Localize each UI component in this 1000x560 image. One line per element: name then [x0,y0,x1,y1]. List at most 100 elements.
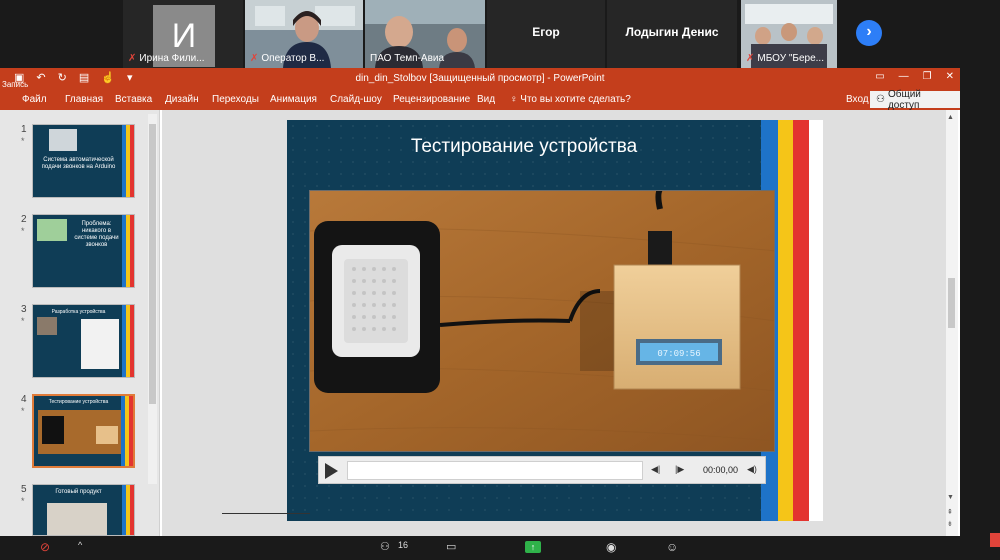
video-frame: 07:09:56 [310,191,774,451]
forward-icon[interactable]: |▶ [675,464,684,475]
window-controls: ▭ — ❐ ✕ [875,71,954,82]
muted-mic-icon: ✗ [250,52,259,64]
animation-star-icon: * [21,406,25,416]
ribbon-display-icon[interactable]: ▭ [875,71,884,82]
next-participants-button[interactable]: › [856,20,882,46]
lightbulb-icon: ♀ [510,94,521,105]
slide-thumbnail-1[interactable]: Система автоматической подачи звонков на… [32,124,135,198]
slide-stripe-red [793,120,809,521]
person-icon: ⚇ [876,94,885,105]
rewind-icon[interactable]: ◀| [651,464,660,475]
divider-line [222,513,310,514]
tab-home[interactable]: Главная [65,94,103,105]
participants-icon[interactable]: ⚇ [380,540,390,553]
video-off-icon[interactable]: ⊘ [40,540,50,554]
participant-name: Лодыгин Денис [625,25,719,39]
close-icon[interactable]: ✕ [946,71,954,82]
meeting-controls-bar: ⊘ ^ ⚇ 16 ▭ ↑ ◉ ☺ [0,536,1000,560]
muted-mic-icon: ✗ [128,52,137,64]
participant-tile-3[interactable]: ПАО Темп-Авиа [365,0,485,68]
animation-star-icon: * [21,136,25,146]
slide-thumbnail-3[interactable]: Разработка устройства [32,304,135,378]
thumbnail-diagram [81,319,119,369]
participant-name: ✗ МБОУ "Бере... [746,52,824,64]
volume-icon[interactable]: ◀) [747,464,757,475]
video-player-controls: ◀| |▶ 00:00,00 ◀) [318,456,766,484]
previous-slide-icon[interactable]: ⇞ [947,508,953,516]
restore-icon[interactable]: ❐ [923,71,932,82]
tab-insert[interactable]: Вставка [115,94,152,105]
participant-tile-2[interactable]: ✗ Оператор В... [245,0,363,68]
share-button[interactable]: ⚇ Общий доступ [870,89,960,111]
thumbnail-photo [49,129,77,151]
tab-animation[interactable]: Анимация [270,94,317,105]
current-slide[interactable]: Тестирование устройства 07:09:56 ◀| |▶ 0… [287,120,823,521]
slide-thumbnails-pane: 1 * Система автоматической подачи звонко… [0,110,160,536]
animation-star-icon: * [21,496,25,506]
reactions-icon[interactable]: ☺ [666,540,678,554]
participant-tile-5[interactable]: Лодыгин Денис [607,0,737,68]
slide-thumbnail-4[interactable]: Тестирование устройства [32,394,135,468]
title-bar: ▣ ↶ ↻ ▤ ☝ ▾ Запись din_din_Stolbov [Защи… [0,68,960,90]
animation-star-icon: * [21,316,25,326]
tab-view[interactable]: Вид [477,94,495,105]
minimize-icon[interactable]: — [899,71,909,82]
slide-thumbnail-2[interactable]: Проблема: никакого в системе подачи звон… [32,214,135,288]
chat-icon[interactable]: ▭ [446,540,456,553]
ribbon-tabs: Файл Главная Вставка Дизайн Переходы Ани… [0,89,960,111]
tab-review[interactable]: Рецензирование [393,94,470,105]
editor-scrollbar[interactable]: ▲ ▼ ⇞ ⇟ [946,110,958,536]
next-slide-icon[interactable]: ⇟ [947,520,953,528]
thumbnail-stripes [122,305,134,377]
animation-star-icon: * [21,226,25,236]
participant-name: Егор [532,25,560,39]
sign-in-link[interactable]: Вход [846,94,869,105]
slide-title: Тестирование устройства [410,136,638,157]
tab-design[interactable]: Дизайн [165,94,199,105]
thumbnail-video [38,410,122,454]
thumbnail-stripes [122,485,134,535]
chevron-up-icon[interactable]: ^ [78,540,82,550]
participant-tile-6[interactable]: ✗ МБОУ "Бере... [741,0,837,68]
scrollbar-thumb[interactable] [948,278,955,328]
tab-slideshow[interactable]: Слайд-шоу [330,94,382,105]
thumbnail-number: 4 [21,394,27,405]
participant-tile-4[interactable]: Егор [487,0,605,68]
scroll-down-icon[interactable]: ▼ [947,494,954,501]
participant-name: ✗ Ирина Фили... [128,52,205,64]
slide-stripe-white [809,120,823,521]
participants-count: 16 [398,540,409,550]
tab-file[interactable]: Файл [22,94,47,105]
participant-name: ПАО Темп-Авиа [370,52,445,64]
thumbnail-number: 2 [21,214,27,225]
thumbnails-scrollbar[interactable] [148,114,157,484]
participant-tile-1[interactable]: И ✗ Ирина Фили... [123,0,243,68]
thumbnail-number: 5 [21,484,27,495]
thumbnail-title: Система автоматической подачи звонков на… [41,157,116,170]
tab-transitions[interactable]: Переходы [212,94,259,105]
lcd-display-text: 07:09:56 [657,349,700,359]
video-progress-track[interactable] [347,461,643,480]
thumbnail-title: Готовый продукт [55,489,102,495]
scroll-up-icon[interactable]: ▲ [947,114,954,121]
window-title: din_din_Stolbov [Защищенный просмотр] - … [355,73,605,84]
participant-name: ✗ Оператор В... [250,52,325,64]
tell-me-box[interactable]: ♀ Что вы хотите сделать? [510,94,631,105]
thumbnail-title: Проблема: никакого в системе подачи звон… [74,221,119,248]
corner-badge [990,533,1000,547]
thumbnail-photo [37,317,57,335]
thumbnail-photo [37,219,67,241]
embedded-video[interactable]: 07:09:56 [309,190,775,452]
slide-stripe-yellow [778,120,793,521]
share-screen-icon[interactable]: ↑ [525,541,541,553]
slide-thumbnail-5[interactable]: Готовый продукт [32,484,135,536]
scrollbar-thumb[interactable] [149,124,156,404]
thumbnail-title: Разработка устройства [51,309,106,315]
play-icon[interactable] [325,463,338,479]
thumbnail-stripes [121,396,133,466]
video-time: 00:00,00 [703,465,739,475]
thumbnail-photo [47,503,107,535]
thumbnail-stripes [122,215,134,287]
thumbnail-number: 1 [21,124,27,135]
record-icon[interactable]: ◉ [606,540,616,554]
